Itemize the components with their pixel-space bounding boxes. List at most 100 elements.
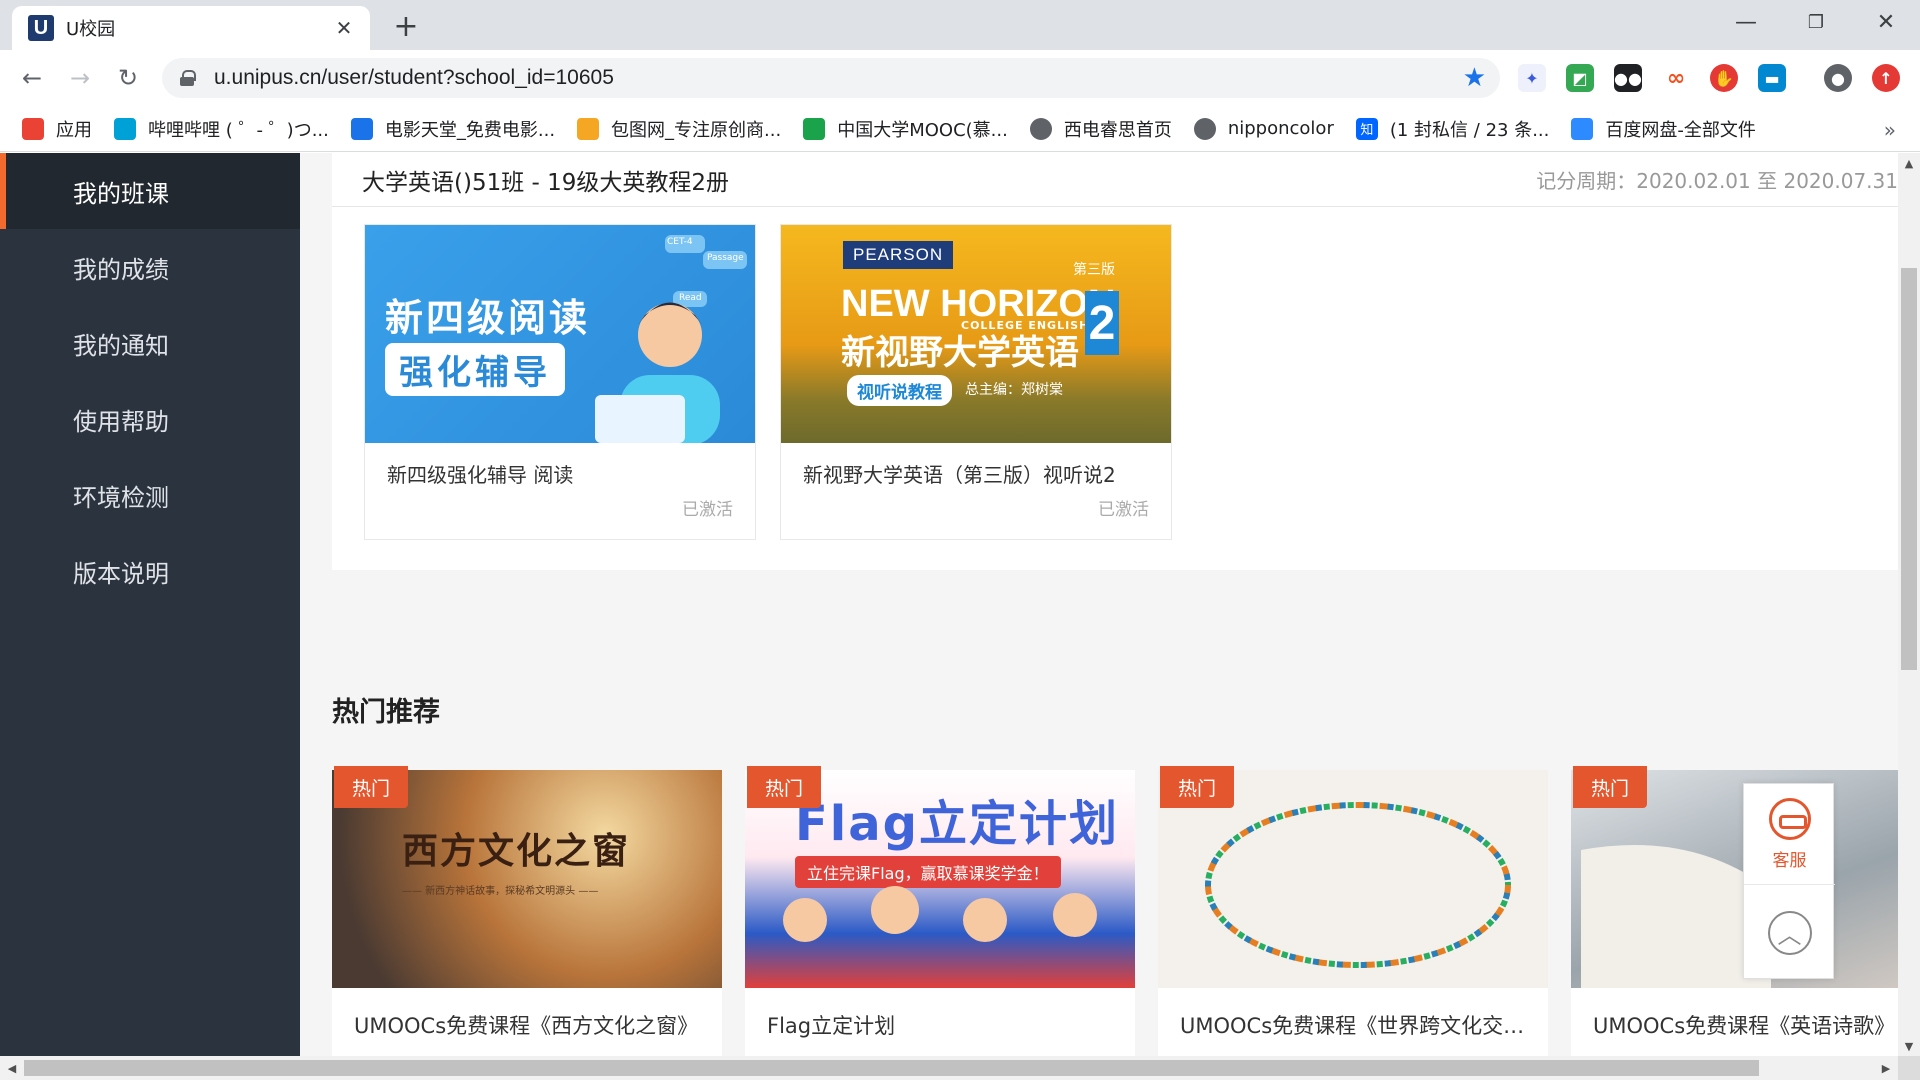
bookmark-label: 应用 <box>56 119 92 141</box>
restore-icon[interactable]: ❐ <box>1786 4 1846 40</box>
sidebar-item-version-notes[interactable]: 版本说明 <box>0 533 300 609</box>
back-arrow-icon[interactable]: ← <box>16 62 48 94</box>
course-status: 已激活 <box>1098 500 1149 520</box>
bookmarks-more-icon[interactable]: » <box>1884 118 1896 142</box>
hot-card-english-poetry[interactable]: 热门 UMOOCs免费课程《英语诗歌》 <box>1571 766 1898 1056</box>
globe-icon <box>1193 117 1216 140</box>
bookmark-item[interactable]: 电影天堂_免费电影... <box>350 116 556 142</box>
course-card-new-horizon[interactable]: PEARSON 第三版 NEW HORIZON COLLEGE ENGLISH … <box>780 224 1172 540</box>
cover-face <box>638 303 702 367</box>
new-tab-plus-icon[interactable]: + <box>390 9 422 44</box>
sidebar-item-environment-check[interactable]: 环境检测 <box>0 457 300 533</box>
sidebar-item-my-notices[interactable]: 我的通知 <box>0 305 300 381</box>
chief-editor-label: 总主编：郑树棠 <box>965 382 1063 398</box>
bookmark-item[interactable]: 百度网盘-全部文件 <box>1571 116 1756 142</box>
hot-course-name[interactable]: UMOOCs免费课程《世界跨文化交流》 <box>1180 1010 1540 1040</box>
forward-arrow-icon[interactable]: → <box>64 62 96 94</box>
sidebar-item-my-grades[interactable]: 我的成绩 <box>0 229 300 305</box>
hot-recommendations-title: 热门推荐 <box>332 697 440 728</box>
vertical-scroll-thumb[interactable] <box>1901 268 1917 670</box>
hot-course-name[interactable]: UMOOCs免费课程《英语诗歌》 <box>1593 1010 1895 1040</box>
hot-badge: 热门 <box>1573 766 1647 808</box>
extension-folder-icon[interactable]: ▬ <box>1758 64 1786 92</box>
extension-infinity-icon[interactable]: ∞ <box>1662 64 1690 92</box>
bookmark-item[interactable]: 应用 <box>22 116 92 142</box>
course-card-cet4-reading[interactable]: 新四级阅读 强化辅导 CET-4 Passage Read 新四级强化辅导 阅读… <box>364 224 756 540</box>
extension-adblock-icon[interactable]: ✋ <box>1710 64 1738 92</box>
lock-icon[interactable] <box>180 70 196 86</box>
hot-course-name[interactable]: Flag立定计划 <box>767 1010 895 1040</box>
sidebar-item-help[interactable]: 使用帮助 <box>0 381 300 457</box>
edition-label: 第三版 <box>1073 262 1115 278</box>
new-horizon-cn-title: 新视野大学英语 <box>841 333 1079 373</box>
unipus-favicon-icon: U <box>28 15 54 41</box>
bookmark-label: (1 封私信 / 23 条... <box>1389 119 1550 141</box>
pearson-logo: PEARSON <box>843 241 954 269</box>
scroll-left-arrow-icon[interactable]: ◀ <box>2 1056 22 1080</box>
back-to-top-button[interactable]: ︿ <box>1744 884 1835 980</box>
horizontal-scrollbar[interactable]: ◀ ▶ <box>0 1056 1898 1080</box>
western-culture-cover-subtitle: —— 新西方神话故事，探秘希文明源头 —— <box>402 886 599 897</box>
cover-tag-cet4: CET-4 <box>667 237 693 247</box>
listening-speaking-badge: 视听说教程 <box>847 375 952 406</box>
scroll-up-arrow-icon[interactable]: ▲ <box>1898 153 1920 173</box>
bookmark-item[interactable]: 西电睿思首页 <box>1029 116 1172 142</box>
class-header: 大学英语()51班 - 19级大英教程2册 记分周期：2020.02.01 至 … <box>332 153 1898 207</box>
bookmark-label: 电影天堂_免费电影... <box>384 119 556 141</box>
course-cover-cet4[interactable]: 新四级阅读 强化辅导 CET-4 Passage Read <box>365 225 755 443</box>
page-viewport: 我的班课 我的成绩 我的通知 使用帮助 环境检测 版本说明 大学英语()51班 … <box>0 153 1898 1056</box>
hot-card-flag-plan[interactable]: Flag立定计划 立住完课Flag，赢取慕课奖学金！ 热门 Flag立定计划 <box>745 766 1135 1056</box>
scroll-right-arrow-icon[interactable]: ▶ <box>1876 1056 1896 1080</box>
chevron-up-icon: ︿ <box>1767 910 1812 955</box>
profile-avatar-icon[interactable]: ● <box>1824 64 1852 92</box>
class-title: 大学英语()51班 - 19级大英教程2册 <box>362 170 730 196</box>
browser-tab-strip: U U校园 ✕ + — ❐ ✕ <box>0 0 1920 50</box>
bilibili-icon <box>114 117 136 140</box>
volume-number: 2 <box>1085 291 1119 355</box>
browser-toolbar: ← → ↻ u.unipus.cn/user/student?school_id… <box>0 50 1920 106</box>
class-panel: 大学英语()51班 - 19级大英教程2册 记分周期：2020.02.01 至 … <box>332 153 1898 570</box>
bookmark-label: 百度网盘-全部文件 <box>1605 119 1756 141</box>
bookmark-item[interactable]: 哔哩哔哩 ( ゜- ゜)つ... <box>114 116 329 142</box>
bookmark-item[interactable]: 中国大学MOOC(慕... <box>803 116 1008 142</box>
course-cover-new-horizon[interactable]: PEARSON 第三版 NEW HORIZON COLLEGE ENGLISH … <box>781 225 1171 443</box>
bookmark-item[interactable]: nipponcolor <box>1193 117 1334 140</box>
window-close-icon[interactable]: ✕ <box>1856 4 1916 40</box>
bookmark-item[interactable]: 包图网_专注原创商... <box>577 116 781 142</box>
address-bar[interactable]: u.unipus.cn/user/student?school_id=10605… <box>162 58 1500 98</box>
zhihu-icon: 知 <box>1355 117 1378 140</box>
baidu-pan-icon <box>1571 117 1594 140</box>
grading-period: 记分周期：2020.02.01 至 2020.07.31 <box>1536 169 1898 193</box>
url-text[interactable]: u.unipus.cn/user/student?school_id=10605 <box>214 66 614 90</box>
cover-tag-read: Read <box>679 293 702 303</box>
sidebar-item-my-classes[interactable]: 我的班课 <box>0 153 300 229</box>
vertical-scrollbar[interactable]: ▲ ▼ <box>1898 153 1920 1056</box>
hot-course-name[interactable]: UMOOCs免费课程《西方文化之窗》 <box>354 1010 698 1040</box>
course-name[interactable]: 新四级强化辅导 阅读 <box>387 459 573 488</box>
scroll-down-arrow-icon[interactable]: ▼ <box>1898 1036 1920 1056</box>
tab-close-icon[interactable]: ✕ <box>330 14 358 42</box>
floating-service-panel: 客服 ︿ <box>1743 783 1835 980</box>
course-name[interactable]: 新视野大学英语（第三版）视听说2 <box>803 459 1116 488</box>
extension-flickr-icon[interactable]: ●● <box>1614 64 1642 92</box>
apps-grid-icon <box>22 117 44 140</box>
customer-service-button[interactable]: 客服 <box>1744 784 1835 884</box>
minimize-icon[interactable]: — <box>1716 4 1776 40</box>
course-status: 已激活 <box>682 500 733 520</box>
reload-icon[interactable]: ↻ <box>112 62 144 94</box>
extension-color-icon[interactable]: ◩ <box>1566 64 1594 92</box>
bookmark-item[interactable]: 知 (1 封私信 / 23 条... <box>1355 116 1550 142</box>
extension-bird-icon[interactable]: ✦ <box>1518 64 1546 92</box>
globe-icon <box>1029 117 1052 140</box>
headset-icon <box>1768 797 1811 840</box>
person-head <box>1053 893 1097 937</box>
bookmark-star-icon[interactable]: ★ <box>1463 63 1486 93</box>
sidebar-nav: 我的班课 我的成绩 我的通知 使用帮助 环境检测 版本说明 <box>0 153 300 1056</box>
horizontal-scroll-thumb[interactable] <box>24 1060 1759 1076</box>
hot-card-western-culture[interactable]: 西方文化之窗 —— 新西方神话故事，探秘希文明源头 —— 热门 UMOOCs免费… <box>332 766 722 1056</box>
update-arrow-icon[interactable]: ↑ <box>1872 64 1900 92</box>
browser-tab[interactable]: U U校园 ✕ <box>12 6 370 50</box>
bookmark-label: 中国大学MOOC(慕... <box>837 119 1008 141</box>
cover-tag-passage: Passage <box>707 253 744 263</box>
hot-card-cross-culture[interactable]: 热门 UMOOCs免费课程《世界跨文化交流》 <box>1158 766 1548 1056</box>
